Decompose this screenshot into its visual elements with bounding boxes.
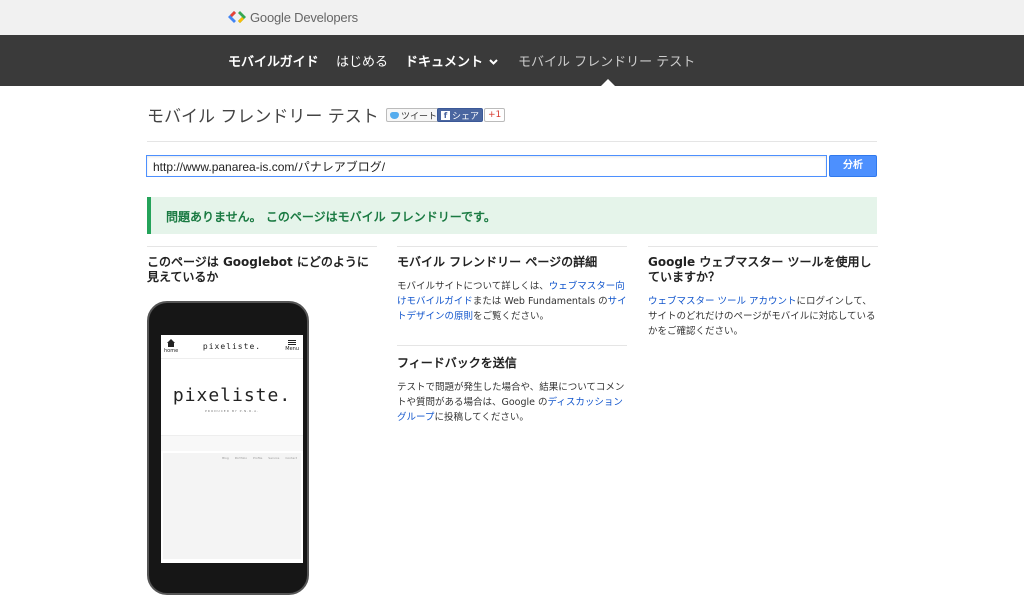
result-message: 問題ありません。 このページはモバイル フレンドリーです。	[166, 210, 496, 224]
preview-site-brand: pixeliste.	[202, 342, 262, 351]
feedback-section: フィードバックを送信 テストで問題が発生した場合や、結果についてコメントや質問が…	[397, 345, 627, 425]
googlebot-view-section: このページは Googlebot にどのように見えているか	[147, 246, 377, 285]
mobile-friendly-details-section: モバイル フレンドリー ページの詳細 モバイルサイトについて詳しくは、ウェブマス…	[397, 246, 627, 324]
page-title: モバイル フレンドリー テスト	[147, 107, 379, 127]
feedback-text-2: に投稿してください。	[434, 412, 529, 423]
preview-menu-label: Menu	[285, 346, 299, 352]
feedback-text: テストで問題が発生した場合や、結果についてコメントや質問がある場合は、Googl…	[397, 380, 627, 425]
googlebot-view-heading: このページは Googlebot にどのように見えているか	[147, 255, 369, 284]
webmaster-tools-section: Google ウェブマスター ツールを使用していますか？ ウェブマスター ツール…	[648, 246, 878, 339]
chevron-down-icon	[489, 59, 498, 65]
nav-item-mobile-guide[interactable]: モバイルガイド	[228, 51, 319, 70]
phone-preview: home pixeliste. Menu pixeliste. PRODUCED…	[147, 301, 309, 595]
main-nav: モバイルガイド はじめる ドキュメント モバイル フレンドリー テスト	[0, 35, 1024, 86]
header-divider	[147, 141, 877, 142]
webmaster-tools-heading: Google ウェブマスター ツールを使用していますか？	[648, 255, 872, 284]
details-text-3: をご覧ください。	[473, 311, 550, 322]
active-nav-pointer	[601, 79, 615, 86]
preview-site-header: home pixeliste. Menu	[161, 335, 303, 359]
preview-divider	[161, 435, 303, 451]
facebook-icon: f	[441, 110, 450, 120]
nav-item-mobile-friendly-test[interactable]: モバイル フレンドリー テスト	[518, 51, 695, 70]
google-developers-logo[interactable]: Google Developers	[228, 9, 358, 25]
details-text: モバイルサイトについて詳しくは、ウェブマスター向けモバイルガイドまたは Web …	[397, 279, 627, 324]
feedback-heading: フィードバックを送信	[397, 356, 517, 370]
webmaster-tools-account-link[interactable]: ウェブマスター ツール アカウント	[648, 296, 797, 307]
url-input[interactable]	[146, 155, 827, 177]
tweet-label: ツイート	[401, 111, 438, 122]
preview-site-logo: pixeliste.	[172, 385, 292, 406]
analyze-button[interactable]: 分析	[829, 155, 877, 177]
facebook-share-button[interactable]: f シェア	[437, 108, 484, 122]
plusone-label: +1	[488, 110, 502, 120]
nav-item-get-started[interactable]: はじめる	[336, 51, 388, 70]
share-label: シェア	[452, 111, 480, 122]
details-text-1: モバイルサイトについて詳しくは、	[397, 281, 549, 292]
webmaster-tools-text: ウェブマスター ツール アカウントにログインして、サイトのどれだけのページがモバ…	[648, 294, 878, 339]
brand-name: Google Developers	[250, 9, 358, 25]
details-text-2: または Web Fundamentals の	[472, 296, 608, 307]
details-heading: モバイル フレンドリー ページの詳細	[397, 255, 598, 269]
phone-screen: home pixeliste. Menu pixeliste. PRODUCED…	[161, 335, 303, 563]
google-developers-icon	[228, 11, 246, 23]
nav-item-documents-label: ドキュメント	[405, 55, 484, 70]
brand-bar: Google Developers	[0, 0, 1024, 35]
preview-menu-icon: Menu	[285, 339, 299, 352]
google-plusone-button[interactable]: +1	[484, 108, 506, 122]
preview-site-tagline: PRODUCED BY P.N.R.A.	[204, 409, 260, 413]
nav-item-documents[interactable]: ドキュメント	[405, 51, 498, 70]
tweet-button[interactable]: ツイート	[386, 108, 442, 122]
result-banner: 問題ありません。 このページはモバイル フレンドリーです。	[147, 197, 877, 234]
twitter-icon	[390, 111, 399, 119]
preview-site-body: Blog Portfolio Profile Service Contact	[163, 453, 301, 559]
preview-site-links: Blog Portfolio Profile Service Contact	[222, 456, 297, 460]
